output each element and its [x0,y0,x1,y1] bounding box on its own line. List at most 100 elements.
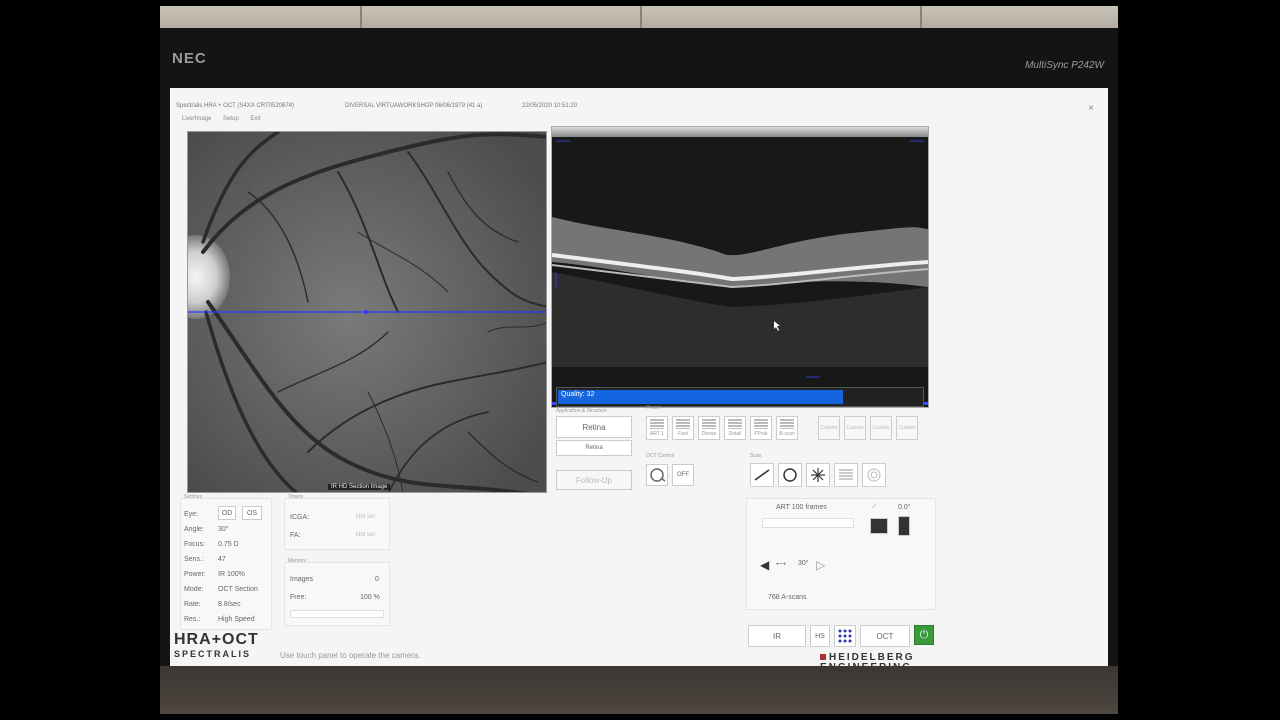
free-label: Free: [290,594,307,601]
arrow-right-icon[interactable] [870,518,888,534]
angle-value: 30° [218,526,229,533]
focus-value: 0.75 D [218,541,239,548]
menu-live-image[interactable]: Live/Image [182,116,211,122]
menu-exit[interactable]: Exit [250,116,260,122]
ir-button[interactable]: IR [748,625,806,647]
sens-label: Sens.: [184,556,204,563]
angle-label: Angle: [184,526,204,533]
oct-layers [552,140,928,378]
arrow-right-small-icon[interactable]: ▷ [816,558,825,572]
arrow-left-icon[interactable]: ◀ [760,558,769,572]
app-window: Spectralis HRA + OCT (S4XX CRT0520874) D… [170,88,1108,682]
arrow-up-icon[interactable] [898,516,910,536]
fundus-image[interactable]: IR HD Section Image [187,131,547,493]
volume-scan-icon[interactable] [834,463,858,487]
monitor-bezel: NEC MultiSync P242W Spectralis HRA + OCT… [160,28,1118,682]
preset-b-scan-button[interactable]: B-scan [776,416,798,440]
eye-os-button[interactable]: OS [242,506,262,520]
followup-button[interactable]: Follow-Up [556,470,632,490]
preset-label: ART 1 [650,431,664,437]
off-button[interactable]: OFF [672,464,694,486]
power-icon[interactable]: ⏻ [914,625,934,645]
scan-angle-value: 30° [798,560,809,567]
retina-button[interactable]: Retina [556,416,632,438]
fa-value[interactable]: Not set [356,532,375,538]
retina-sub-button[interactable]: Retina [556,440,632,456]
free-value: 100 % [360,594,380,601]
oct-bscan[interactable] [551,126,929,408]
monitor-model: MultiSync P242W [1025,60,1104,71]
icga-label: ICGA: [290,514,310,521]
hs-button[interactable]: HS [810,625,830,647]
custom-preset-button[interactable]: Custom [844,416,866,440]
preset-label: Detail [728,431,742,437]
images-value: 0 [375,576,379,583]
preset-icon [676,419,690,429]
close-icon[interactable]: × [1088,103,1094,114]
desk [160,666,1118,714]
art-progress [762,518,854,528]
res-value: High Speed [218,616,255,623]
menu-bar: Live/Image Setup Exit [182,116,270,122]
preset-group-label: Preset [646,405,661,411]
circle-scan-icon[interactable] [778,463,802,487]
preset-icon [754,419,768,429]
power-label: Power: [184,571,206,578]
acquisition-group-label: Application & Structure [556,408,607,414]
preset-icon [650,419,664,429]
preset-art-1-button[interactable]: ART 1 [646,416,668,440]
window-title: Spectralis HRA + OCT (S4XX CRT0520874) [176,103,294,109]
eye-od-button[interactable]: OD [218,506,236,520]
preset-icon [728,419,742,429]
preset-fast-button[interactable]: Fast [672,416,694,440]
quality-label: Quality: 32 [561,391,595,398]
preset-icon [702,419,716,429]
mode-label: Mode: [184,586,204,593]
focus-label: Focus: [184,541,206,548]
power-value: IR 100% [218,571,245,578]
custom-preset-button[interactable]: Custom [870,416,892,440]
custom-preset-button[interactable]: Custom [896,416,918,440]
scan-group-label: Scan [750,453,762,459]
fa-label: FA: [290,532,301,539]
preset-icon [780,419,794,429]
preset-detail-button[interactable]: Detail [724,416,746,440]
art-frames-label: ART 100 frames [776,504,827,511]
oct-button[interactable]: OCT [860,625,910,647]
menu-setup[interactable]: Setup [223,116,239,122]
custom-preset-button[interactable]: Custom [818,416,840,440]
monitor-brand: NEC [172,50,207,67]
mode-value: OCT Section [218,586,258,593]
status-message: Use touch panel to operate the camera. [280,651,421,660]
images-label: Images [290,576,313,583]
preset-dense-button[interactable]: Dense [698,416,720,440]
preset-label: B-scan [779,431,795,437]
quality-fill [558,390,844,404]
title-bar: Spectralis HRA + OCT (S4XX CRT0520874) D… [170,100,1108,114]
rate-value: 8.8/sec [218,601,241,608]
refresh-icon[interactable] [646,464,668,486]
tilt-value: 0.0° [898,504,911,511]
memory-bar [290,610,384,618]
icga-value[interactable]: Not set [356,514,375,520]
fundus-caption: IR HD Section Image [328,484,391,490]
patient-info: DIVERSAL VIRTUAWORKSHOP 06/06/1979 (41 a… [345,103,483,109]
star-scan-icon[interactable] [806,463,830,487]
timers-panel [284,498,390,550]
sens-value: 47 [218,556,226,563]
line-scan-icon[interactable] [750,463,774,487]
quality-bar: Quality: 32 [556,387,924,407]
oct-control-label: OCT Control [646,453,674,459]
retina-vessels [188,132,546,492]
exam-datetime: 22/05/2020 10:51:20 [522,103,578,109]
spectralis-logo: HRA+OCT SPECTRALIS [174,631,259,660]
tilt-icon: ⟋ [872,504,877,510]
ascans-label: 768 A-scans [768,594,807,601]
preset-label: Dense [701,431,717,437]
eye-label: Eye: [184,511,199,518]
preset-ppole-button[interactable]: PPole [750,416,772,440]
photo-frame: NEC MultiSync P242W Spectralis HRA + OCT… [160,6,1118,714]
grid-icon[interactable] [834,625,856,647]
radial-scan-icon[interactable] [862,463,886,487]
preset-label: PPole [754,431,768,437]
